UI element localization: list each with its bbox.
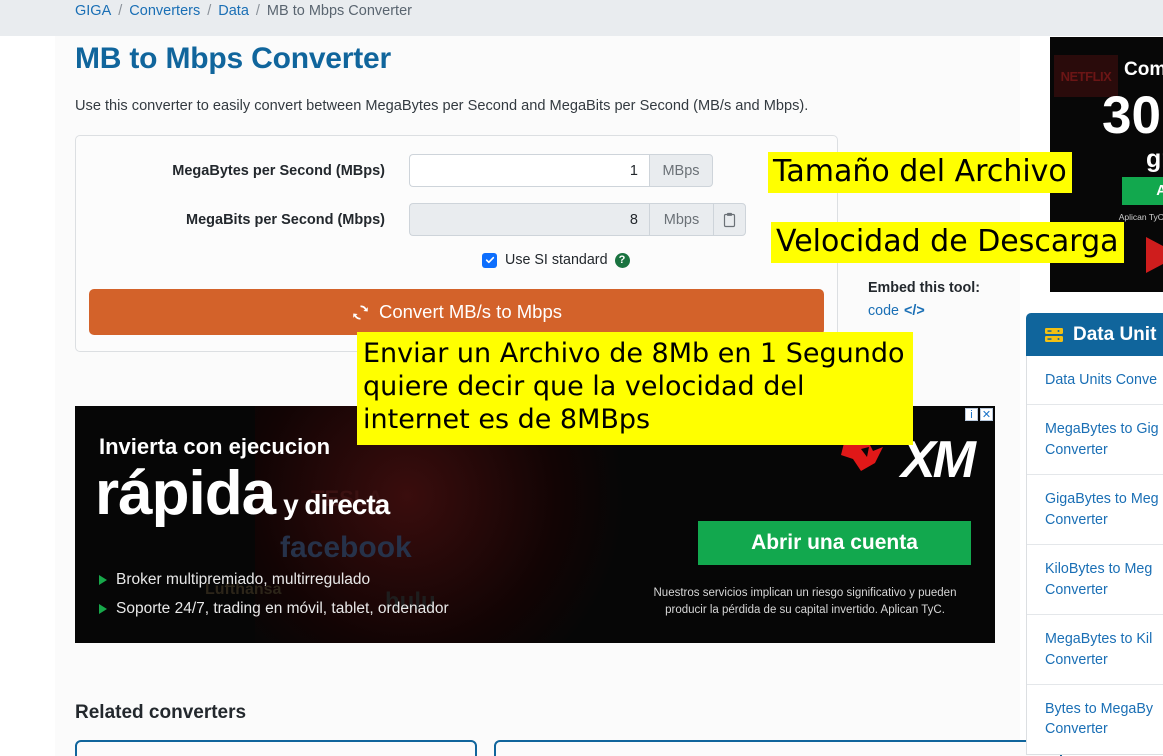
ad-disclaimer: Nuestros servicios implican un riesgo si… [653, 587, 957, 616]
annotation-download-speed: Velocidad de Descarga [771, 222, 1124, 263]
input-label: MegaBytes per Second (MBps) [172, 162, 385, 179]
sidebar-data-unit: Data Unit Data Units Conve MegaBytes to … [1026, 313, 1163, 755]
side-ad-subword: gr [1146, 145, 1163, 173]
megabits-output[interactable] [409, 203, 649, 236]
si-standard-label: Use SI standard [505, 252, 608, 268]
output-group: Mbps [409, 203, 746, 236]
side-ad-bull-icon [1146, 237, 1163, 273]
ad-big-word: rápida y directa [95, 458, 390, 529]
clipboard-icon[interactable] [713, 203, 746, 236]
sidebar-item-kb-to-mb[interactable]: KiloBytes to Meg Converter [1027, 545, 1163, 616]
breadcrumb-item-current: MB to Mbps Converter [266, 3, 412, 19]
sidebar-item-mb-to-gb[interactable]: MegaBytes to Gig Converter [1027, 405, 1163, 476]
side-ad-cta-button[interactable]: Abrir u [1122, 177, 1163, 205]
output-row: MegaBits per Second (Mbps) Mbps [76, 203, 837, 236]
ad-bullet-list: Broker multipremiado, multirregulado Sop… [99, 566, 449, 623]
sidebar-item-bytes-to-mb[interactable]: Bytes to MegaBy Converter [1027, 685, 1163, 754]
si-standard-checkbox[interactable] [482, 252, 497, 268]
related-card-2[interactable] [494, 740, 1062, 756]
sidebar-item-gb-to-mb[interactable]: GigaBytes to Meg Converter [1027, 475, 1163, 546]
embed-code-link[interactable]: code </> [868, 303, 1018, 319]
side-ad-number: 30 [1102, 86, 1161, 145]
ad-controls: i ✕ [965, 408, 993, 421]
annotation-file-size: Tamaño del Archivo [768, 152, 1072, 193]
ad-info-icon[interactable]: i [965, 408, 978, 421]
page-root: GIGA / Converters / Data / MB to Mbps Co… [0, 0, 1163, 756]
ad-bullet-item: Soporte 24/7, trading en móvil, tablet, … [99, 595, 449, 624]
bg-logo-facebook: facebook [280, 531, 412, 564]
ad-big-suffix: y directa [283, 489, 390, 520]
annotation-explanation: Enviar un Archivo de 8Mb en 1 Segundo qu… [357, 332, 913, 445]
embed-code-text: code [868, 303, 900, 319]
breadcrumb-item-giga[interactable]: GIGA [75, 3, 111, 19]
sidebar-item-mb-to-kb[interactable]: MegaBytes to Kil Converter [1027, 615, 1163, 685]
ad-big-word-text: rápida [95, 459, 276, 528]
ad-bullet-item: Broker multipremiado, multirregulado [99, 566, 449, 595]
ad-cta-button[interactable]: Abrir una cuenta [698, 521, 971, 565]
breadcrumb-item-data[interactable]: Data [218, 3, 249, 19]
breadcrumb-separator: / [255, 3, 260, 19]
ad-close-icon[interactable]: ✕ [980, 408, 993, 421]
convert-button-label: Convert MB/s to Mbps [378, 301, 562, 322]
ad-bullet-text: Soporte 24/7, trading en móvil, tablet, … [116, 599, 449, 617]
help-icon[interactable]: ? [614, 252, 630, 268]
side-ad-headline: Comie [1124, 59, 1163, 80]
input-unit-label: MBps [649, 154, 713, 187]
breadcrumb-item-converters[interactable]: Converters [129, 3, 200, 19]
related-converters-title: Related converters [75, 702, 247, 723]
page-title: MB to Mbps Converter [75, 42, 392, 75]
related-card-1[interactable] [75, 740, 477, 756]
input-group: MBps [409, 154, 713, 187]
megabytes-input[interactable] [409, 154, 649, 187]
database-icon [1045, 327, 1063, 342]
page-description: Use this converter to easily convert bet… [75, 98, 809, 114]
output-unit-label: Mbps [649, 203, 713, 236]
ad-bullet-text: Broker multipremiado, multirregulado [116, 571, 371, 588]
output-label: MegaBits per Second (Mbps) [186, 211, 385, 228]
triangle-bullet-icon [99, 604, 107, 614]
breadcrumb-separator: / [207, 3, 212, 19]
sidebar-list: Data Units Conve MegaBytes to Gig Conver… [1026, 356, 1163, 755]
convert-button[interactable]: Convert MB/s to Mbps [89, 289, 824, 335]
sidebar-item-data-units[interactable]: Data Units Conve [1027, 356, 1163, 406]
input-row: MegaBytes per Second (MBps) MBps [76, 154, 837, 187]
converter-card: MegaBytes per Second (MBps) MBps MegaBit… [75, 135, 838, 352]
code-brackets-icon: </> [904, 303, 925, 319]
sidebar-header: Data Unit [1026, 313, 1163, 356]
embed-label: Embed this tool: [868, 280, 980, 296]
refresh-icon [353, 304, 368, 320]
ad-headline: Invierta con ejecucion [99, 434, 331, 459]
breadcrumb: GIGA / Converters / Data / MB to Mbps Co… [75, 3, 412, 19]
triangle-bullet-icon [99, 575, 107, 586]
breadcrumb-separator: / [118, 3, 123, 19]
breadcrumb-bar: GIGA / Converters / Data / MB to Mbps Co… [0, 0, 1163, 36]
sidebar-header-title: Data Unit [1073, 323, 1157, 345]
